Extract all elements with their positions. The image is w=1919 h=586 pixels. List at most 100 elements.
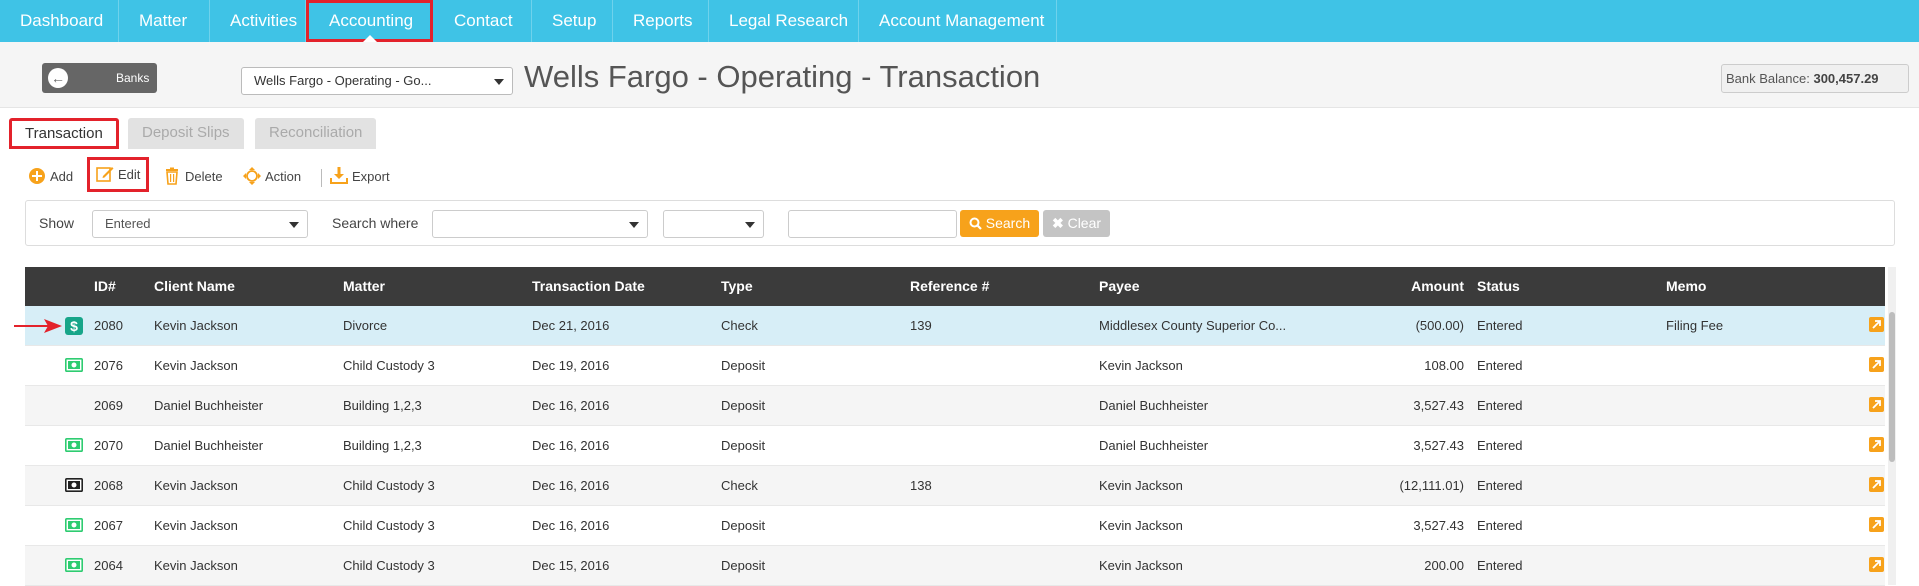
cell-date: Dec 19, 2016: [532, 358, 610, 373]
cell-amount: 108.00: [1424, 358, 1464, 373]
export-button[interactable]: Export: [330, 163, 390, 191]
open-external-icon[interactable]: [1869, 357, 1884, 372]
action-label: Action: [265, 169, 302, 184]
table-scrollbar[interactable]: [1888, 267, 1896, 585]
cell-status: Entered: [1477, 358, 1523, 373]
cell-date: Dec 21, 2016: [532, 318, 610, 333]
tab-transaction[interactable]: Transaction: [9, 118, 119, 149]
cell-date: Dec 15, 2016: [532, 558, 610, 573]
cell-type: Deposit: [721, 558, 766, 573]
search-button-label: Search: [985, 215, 1031, 231]
top-nav: Dashboard Matter Activities Accounting C…: [0, 0, 1919, 42]
cell-id: 2064: [94, 558, 123, 573]
cell-matter: Child Custody 3: [343, 558, 435, 573]
nav-item-contact[interactable]: Contact: [434, 0, 532, 42]
clear-button[interactable]: ✖ Clear: [1043, 210, 1110, 237]
search-input[interactable]: [788, 210, 957, 238]
table-row[interactable]: 2067 Kevin Jackson Child Custody 3 Dec 16, …: [25, 506, 1885, 546]
cell-id: 2076: [94, 358, 123, 373]
plus-circle-icon: [29, 167, 45, 184]
tab-deposit-slips[interactable]: Deposit Slips: [128, 118, 244, 149]
cell-type: Check: [721, 478, 758, 493]
open-external-icon[interactable]: [1869, 517, 1884, 532]
col-status[interactable]: Status: [1477, 267, 1520, 306]
col-memo[interactable]: Memo: [1666, 267, 1706, 306]
cell-payee: Kevin Jackson: [1099, 518, 1183, 533]
delete-button[interactable]: Delete: [163, 163, 223, 191]
cell-type: Deposit: [721, 438, 766, 453]
tab-reconciliation[interactable]: Reconciliation: [255, 118, 377, 149]
open-external-icon[interactable]: [1869, 437, 1884, 452]
col-type[interactable]: Type: [721, 267, 753, 306]
cell-amount: (12,111.01): [1399, 478, 1464, 493]
cell-payee: Daniel Buchheister: [1099, 438, 1209, 453]
table-row[interactable]: 2070 Daniel Buchheister Building 1,2,3 Dec …: [25, 426, 1885, 466]
nav-item-dashboard[interactable]: Dashboard: [0, 0, 119, 42]
cell-type: Deposit: [721, 358, 766, 373]
cell-type: Deposit: [721, 398, 766, 413]
open-external-icon[interactable]: [1869, 317, 1884, 332]
nav-item-activities[interactable]: Activities: [210, 0, 306, 42]
add-label: Add: [50, 169, 74, 184]
nav-item-setup[interactable]: Setup: [532, 0, 613, 42]
bank-account-select[interactable]: Wells Fargo - Operating - Go...: [241, 67, 513, 95]
nav-item-reports[interactable]: Reports: [613, 0, 709, 42]
col-transaction-date[interactable]: Transaction Date: [532, 267, 645, 306]
open-external-icon[interactable]: [1869, 557, 1884, 572]
cell-matter: Child Custody 3: [343, 478, 435, 493]
add-button[interactable]: Add: [28, 163, 73, 191]
action-toolbar: Add Edit Delete Action Export: [0, 155, 1919, 195]
action-button[interactable]: Action: [243, 163, 301, 191]
cell-status: Entered: [1477, 398, 1523, 413]
search-button[interactable]: Search: [960, 210, 1039, 237]
cell-amount: (500.00): [1415, 318, 1464, 333]
cell-id: 2080: [94, 318, 123, 333]
cell-client: Kevin Jackson: [154, 358, 238, 373]
search-operator-select[interactable]: [663, 210, 764, 238]
cell-date: Dec 16, 2016: [532, 438, 610, 453]
cell-amount: 200.00: [1424, 558, 1464, 573]
scrollbar-thumb[interactable]: [1889, 312, 1895, 462]
cell-matter: Child Custody 3: [343, 518, 435, 533]
export-label: Export: [352, 169, 390, 184]
cell-amount: 3,527.43: [1413, 438, 1464, 453]
cell-payee: Kevin Jackson: [1099, 478, 1183, 493]
cell-status: Entered: [1477, 438, 1523, 453]
open-external-icon[interactable]: [1869, 477, 1884, 492]
open-external-icon[interactable]: [1869, 397, 1884, 412]
cell-matter: Building 1,2,3: [343, 438, 422, 453]
col-id[interactable]: ID#: [94, 267, 116, 306]
cell-id: 2068: [94, 478, 123, 493]
cell-matter: Child Custody 3: [343, 358, 435, 373]
pointer-arrow-icon: [14, 319, 62, 333]
nav-item-accounting[interactable]: Accounting: [306, 0, 433, 42]
col-client-name[interactable]: Client Name: [154, 267, 235, 306]
bank-balance-box: Bank Balance: 300,457.29: [1721, 64, 1909, 93]
back-to-banks-button[interactable]: ← Banks: [42, 63, 157, 93]
col-matter[interactable]: Matter: [343, 267, 385, 306]
nav-item-legal-research[interactable]: Legal Research: [709, 0, 859, 42]
chevron-down-icon: [289, 222, 299, 228]
table-row[interactable]: $2080 Kevin Jackson Divorce Dec 21, 2016 Che…: [25, 306, 1885, 346]
cell-payee: Kevin Jackson: [1099, 558, 1183, 573]
cell-id: 2069: [94, 398, 123, 413]
table-row[interactable]: 2064 Kevin Jackson Child Custody 3 Dec 15, …: [25, 546, 1885, 586]
clear-button-label: Clear: [1067, 215, 1102, 231]
nav-item-account-management[interactable]: Account Management: [859, 0, 1057, 42]
chevron-down-icon: [745, 222, 755, 228]
nav-item-matter[interactable]: Matter: [119, 0, 210, 42]
col-reference[interactable]: Reference #: [910, 267, 989, 306]
search-field-select[interactable]: [432, 210, 648, 238]
table-row[interactable]: 2076 Kevin Jackson Child Custody 3 Dec 19, …: [25, 346, 1885, 386]
search-icon: [969, 217, 982, 230]
cell-id: 2067: [94, 518, 123, 533]
edit-button[interactable]: Edit: [87, 157, 150, 192]
table-row[interactable]: 2069 Daniel Buchheister Building 1,2,3 Dec …: [25, 386, 1885, 426]
delete-label: Delete: [185, 169, 223, 184]
cell-amount: 3,527.43: [1413, 398, 1464, 413]
col-payee[interactable]: Payee: [1099, 267, 1139, 306]
table-row[interactable]: 2068 Kevin Jackson Child Custody 3 Dec 16, …: [25, 466, 1885, 506]
show-select[interactable]: Entered: [92, 210, 308, 238]
cell-date: Dec 16, 2016: [532, 518, 610, 533]
col-amount[interactable]: Amount: [1325, 267, 1464, 306]
